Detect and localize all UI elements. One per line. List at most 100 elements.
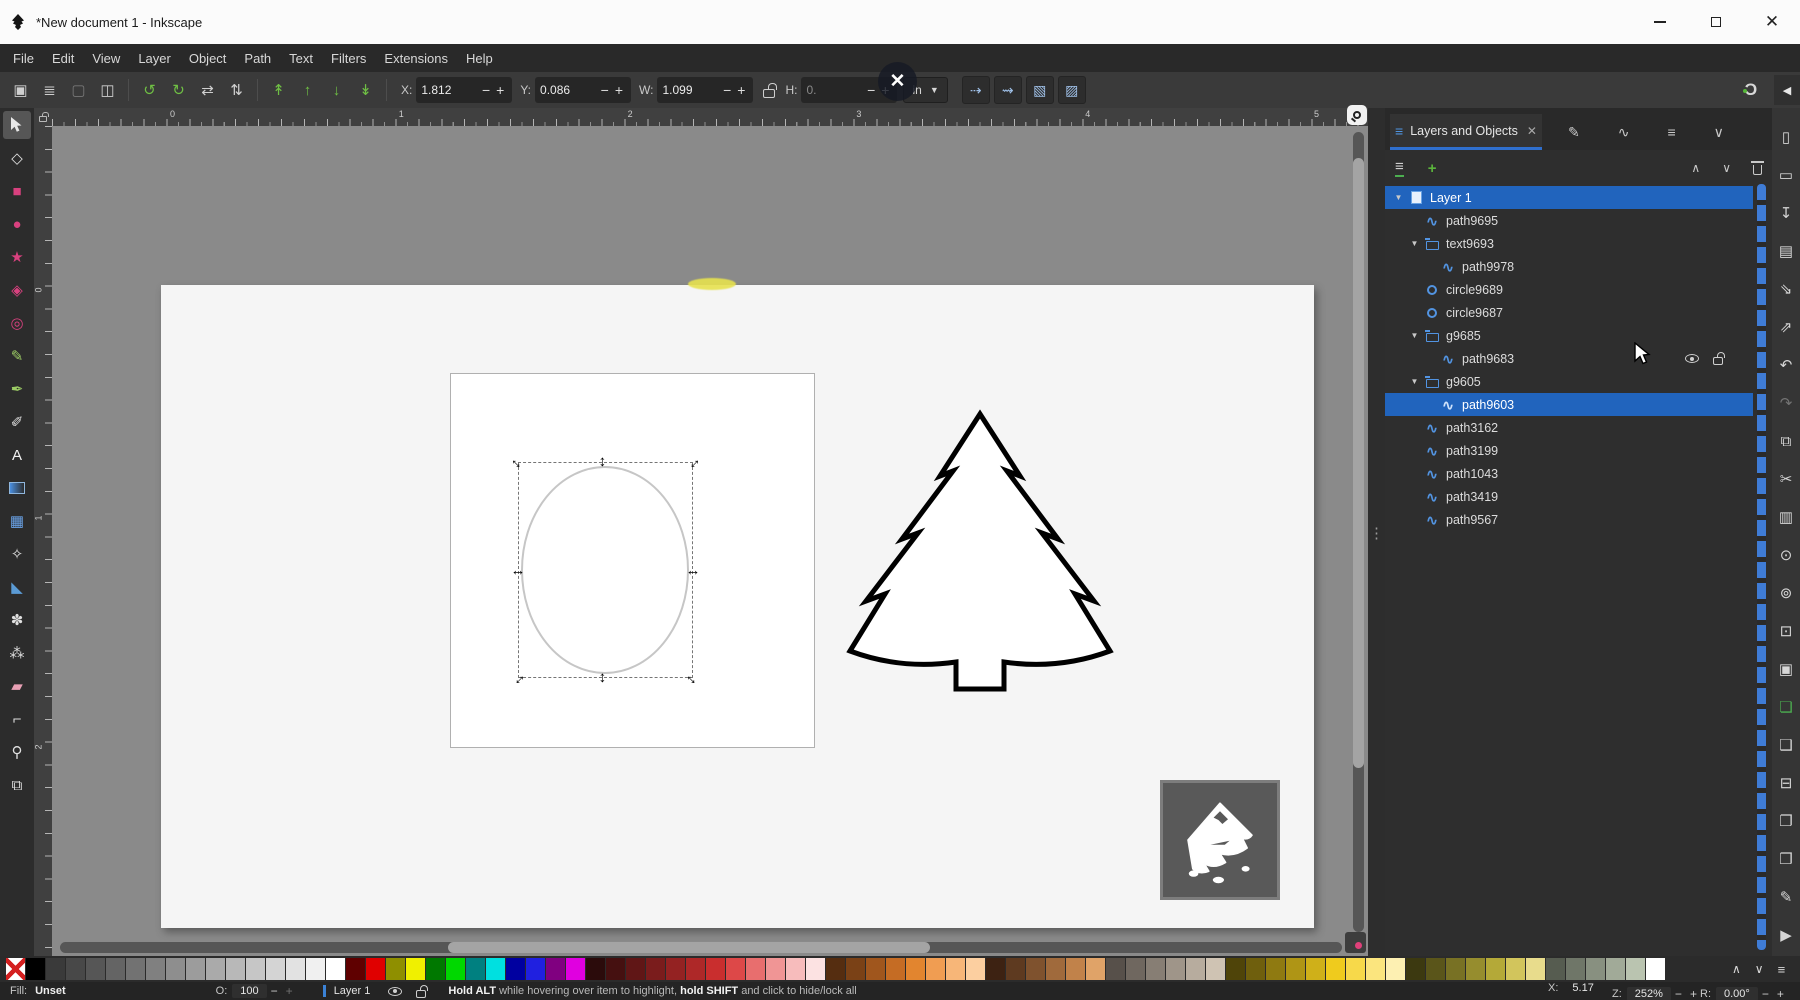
scale-handle-n[interactable]: ↔: [597, 454, 613, 470]
swatch-#b7ac9e[interactable]: [1186, 958, 1205, 980]
swatch-#5e3a20[interactable]: [1006, 958, 1025, 980]
scale-handle-e[interactable]: ↔: [685, 562, 701, 578]
dropper-tool[interactable]: ✧: [3, 540, 31, 568]
swatch-#2020e0[interactable]: [526, 958, 545, 980]
move-patterns-toggle-icon[interactable]: ▨: [1058, 76, 1086, 104]
swatch-#d2c55c[interactable]: [1506, 958, 1525, 980]
layer-row-path9603[interactable]: ∿path9603: [1385, 393, 1753, 416]
swatch-#fce2e2[interactable]: [806, 958, 825, 980]
layer-row-circle9687[interactable]: circle9687: [1385, 301, 1753, 324]
swatch-#bac4b0[interactable]: [1626, 958, 1645, 980]
x-increment[interactable]: +: [493, 83, 507, 97]
menu-filters[interactable]: Filters: [322, 47, 375, 70]
snap-toggle-icon[interactable]: Ɔ: [1736, 75, 1766, 105]
tweak-tool[interactable]: ✽: [3, 606, 31, 634]
snap-indicator-button[interactable]: [1345, 932, 1366, 953]
layer-row-circle9689[interactable]: circle9689: [1385, 278, 1753, 301]
copy-icon[interactable]: ⧉: [1781, 422, 1792, 460]
vertical-scrollbar-thumb[interactable]: [1353, 158, 1364, 768]
scale-corners-toggle-icon[interactable]: ⇝: [994, 76, 1022, 104]
delete-layer-icon[interactable]: [1753, 165, 1762, 175]
flip-horizontal-icon[interactable]: ⇄: [194, 77, 221, 104]
swatch-#601616[interactable]: [626, 958, 645, 980]
menu-layer[interactable]: Layer: [129, 47, 180, 70]
zoom-field[interactable]: 252%: [1627, 987, 1671, 1000]
swatch-#ae2828[interactable]: [686, 958, 705, 980]
ellipse-tool[interactable]: ●: [3, 210, 31, 238]
open-document-icon[interactable]: ▭: [1779, 156, 1793, 194]
pages-tool[interactable]: ⧉: [3, 771, 31, 799]
lock-aspect-icon[interactable]: [763, 89, 775, 98]
swatch-#646464[interactable]: [106, 958, 125, 980]
pen-tool[interactable]: ✒: [3, 375, 31, 403]
y-decrement[interactable]: −: [598, 83, 612, 97]
w-decrement[interactable]: −: [720, 83, 734, 97]
swatch-#000000[interactable]: [26, 958, 45, 980]
save-document-icon[interactable]: ↧: [1780, 194, 1793, 232]
dock-tab-paths-icon[interactable]: ∿: [1618, 124, 1630, 141]
layer-row-path3199[interactable]: ∿path3199: [1385, 439, 1753, 462]
w-field[interactable]: 1.099 − +: [657, 77, 753, 103]
expander-icon[interactable]: ▼: [1407, 377, 1422, 386]
group-objects-icon[interactable]: ❐: [1779, 802, 1792, 840]
swatch-#e0a368[interactable]: [1086, 958, 1105, 980]
dock-tab-fill-stroke-icon[interactable]: ✎: [1568, 124, 1580, 141]
text-tool[interactable]: A: [3, 441, 31, 469]
rotation-decrement[interactable]: −: [1758, 987, 1773, 1000]
menu-object[interactable]: Object: [180, 47, 236, 70]
layer-row-Layer 1[interactable]: ▼Layer 1: [1385, 186, 1753, 209]
swatch-#787124[interactable]: [1446, 958, 1465, 980]
swatch-#942222[interactable]: [666, 958, 685, 980]
rotation-increment[interactable]: +: [1773, 987, 1788, 1000]
swatch-#7a1c1c[interactable]: [646, 958, 665, 980]
menu-file[interactable]: File: [4, 47, 43, 70]
create-clone-icon[interactable]: ❑: [1779, 726, 1792, 764]
swatch-#c92e2e[interactable]: [706, 958, 725, 980]
swatch-#cfc3b3[interactable]: [1206, 958, 1225, 980]
swatch-#fbe57e[interactable]: [1366, 958, 1385, 980]
swatch-#451010[interactable]: [606, 958, 625, 980]
swatch-#f7b678[interactable]: [946, 958, 965, 980]
swatch-#e2852f[interactable]: [906, 958, 925, 980]
menu-view[interactable]: View: [83, 47, 129, 70]
christmas-tree-object[interactable]: [844, 408, 1116, 693]
layer-visibility-icon[interactable]: [388, 987, 402, 996]
deselect-icon[interactable]: ▢: [65, 77, 92, 104]
opacity-field[interactable]: 100: [232, 984, 266, 998]
swatch-#c56c24[interactable]: [886, 958, 905, 980]
zoom-tool[interactable]: ⚲: [3, 738, 31, 766]
zoom-actual-size-icon[interactable]: ▣: [1779, 650, 1793, 688]
palette-scroll-down-icon[interactable]: ∨: [1755, 962, 1764, 976]
swatch-#c6c6c6[interactable]: [246, 958, 265, 980]
move-gradients-toggle-icon[interactable]: ▧: [1026, 76, 1054, 104]
raise-to-top-icon[interactable]: ↟: [265, 77, 292, 104]
swatch-#b8b8b8[interactable]: [226, 958, 245, 980]
layer-row-path9695[interactable]: ∿path9695: [1385, 209, 1753, 232]
swatch-#007800[interactable]: [426, 958, 445, 980]
scale-handle-s[interactable]: ↔: [597, 670, 613, 686]
swatch-#484848[interactable]: [66, 958, 85, 980]
export-icon[interactable]: ⇗: [1780, 308, 1793, 346]
y-field[interactable]: 0.086 − +: [535, 77, 631, 103]
swatch-#808080[interactable]: [146, 958, 165, 980]
expander-icon[interactable]: ▼: [1391, 193, 1406, 202]
zoom-decrement[interactable]: −: [1671, 987, 1686, 1000]
canvas[interactable]: ↔ ↔ ↔ ↔ ↔ ↔ ↔ ↔: [52, 126, 1368, 958]
x-decrement[interactable]: −: [479, 83, 493, 97]
select-all-icon[interactable]: ▣: [7, 77, 34, 104]
vertical-scrollbar[interactable]: [1353, 132, 1364, 932]
swatch-#6f5f0d[interactable]: [1246, 958, 1265, 980]
selector-tool[interactable]: [3, 111, 31, 139]
layer-lock-icon[interactable]: [416, 990, 426, 998]
lower-icon[interactable]: ↓: [323, 77, 350, 104]
layer-menu-icon[interactable]: ≡: [1395, 159, 1404, 177]
layer-row-path3419[interactable]: ∿path3419: [1385, 485, 1753, 508]
paste-icon[interactable]: ▥: [1779, 498, 1793, 536]
palette-scroll-up-icon[interactable]: ∧: [1732, 962, 1741, 976]
panel-splitter-handle[interactable]: ⋮: [1368, 108, 1385, 958]
mesh-tool[interactable]: ▦: [3, 507, 31, 535]
box3d-tool[interactable]: ◈: [3, 276, 31, 304]
lower-to-bottom-icon[interactable]: ↡: [352, 77, 379, 104]
swatch-#800080[interactable]: [546, 958, 565, 980]
current-layer-selector[interactable]: Layer 1: [334, 985, 371, 997]
